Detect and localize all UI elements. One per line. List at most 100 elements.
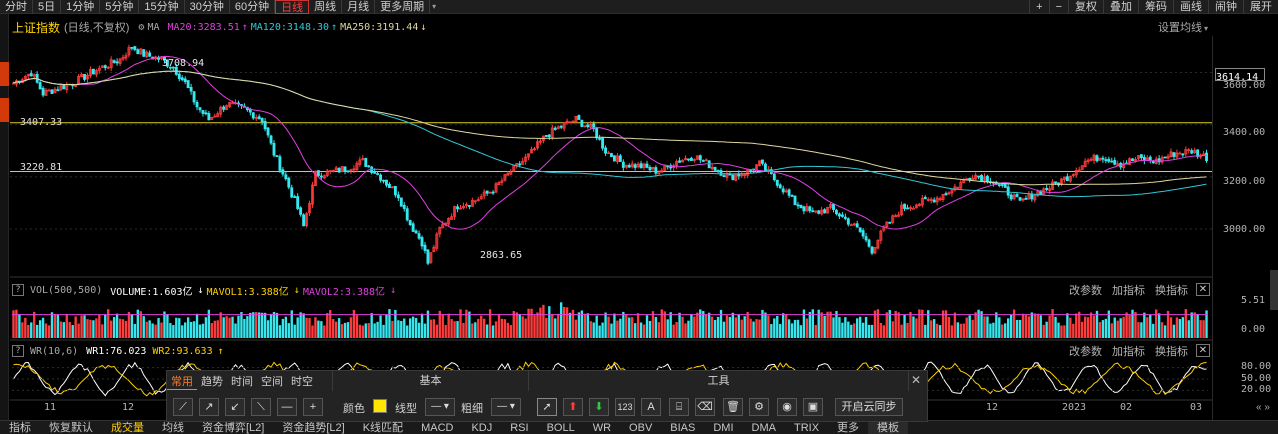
indicator-tab[interactable]: KDJ <box>462 421 501 434</box>
indicator-tab[interactable]: 恢复默认 <box>40 421 102 434</box>
volume-bar <box>497 313 501 338</box>
volume-bar <box>551 313 554 338</box>
volume-bar <box>358 324 362 338</box>
candle-body <box>713 167 717 171</box>
eraser-icon[interactable]: ⌫ <box>695 398 715 416</box>
indicator-tab[interactable]: DMI <box>704 421 742 434</box>
volume-bar <box>980 311 983 338</box>
line-segment-icon[interactable]: ⟋ <box>173 398 193 416</box>
thickness-select[interactable]: — ▾ <box>491 398 521 416</box>
candle-body <box>337 168 341 173</box>
cloud-sync-button[interactable]: 开启云同步 <box>835 398 903 416</box>
indicator-tab[interactable]: 指标 <box>0 421 40 434</box>
candle-body <box>687 158 690 161</box>
add-indicator-button[interactable]: 加指标 <box>1112 343 1145 359</box>
indicator-tab[interactable]: K线匹配 <box>354 421 412 434</box>
down-arrow-mark-icon[interactable]: ⬇ <box>589 398 609 416</box>
volume-bar <box>287 323 290 338</box>
gear-icon[interactable]: ⚙ <box>138 22 144 33</box>
indicator-tab[interactable]: 更多 <box>828 421 868 434</box>
volume-bar <box>773 318 776 338</box>
crosshair-icon[interactable]: + <box>303 398 323 416</box>
line-type-select[interactable]: — ▾ <box>425 398 455 416</box>
volume-bar <box>222 317 225 338</box>
volume-bar <box>681 316 684 338</box>
switch-indicator-button[interactable]: 换指标 <box>1155 343 1188 359</box>
ruler-icon[interactable]: ⌸ <box>669 398 689 416</box>
volume-bar <box>1083 316 1087 338</box>
volume-bar <box>373 323 376 338</box>
wr-tick: 80.00 <box>1241 361 1272 372</box>
indicator-tab[interactable]: 成交量 <box>102 421 153 434</box>
volume-bar <box>974 312 977 338</box>
close-icon[interactable]: ✕ <box>1196 344 1210 357</box>
close-icon[interactable]: ✕ <box>911 373 921 387</box>
axis-scroll[interactable]: « » <box>1256 402 1278 416</box>
volume-bar <box>879 322 883 338</box>
volume-bar <box>160 322 163 338</box>
volume-bar <box>669 312 672 338</box>
volume-bar <box>346 322 350 338</box>
eye-icon[interactable]: ◉ <box>777 398 797 416</box>
color-swatch[interactable] <box>373 399 387 413</box>
close-icon[interactable]: ✕ <box>1196 283 1210 296</box>
indicator-tab[interactable]: OBV <box>620 421 661 434</box>
text-icon[interactable]: A <box>641 398 661 416</box>
volume-bar <box>965 317 968 338</box>
help-icon[interactable]: ? <box>12 284 24 296</box>
indicator-tab[interactable]: 资金博弈[L2] <box>193 421 273 434</box>
indicator-tab[interactable]: WR <box>584 421 620 434</box>
volume-bar <box>391 320 394 338</box>
candle-body <box>195 101 199 108</box>
add-indicator-button[interactable]: 加指标 <box>1112 282 1145 298</box>
indicator-tab[interactable]: TRIX <box>785 421 828 434</box>
volume-bar <box>675 322 678 338</box>
change-params-button[interactable]: 改参数 <box>1069 343 1102 359</box>
number-label-icon[interactable]: 123 <box>615 398 635 416</box>
indicator-tab[interactable]: BOLL <box>538 421 584 434</box>
drawing-tab[interactable]: 时空 <box>287 373 317 389</box>
indicator-tab[interactable]: 资金趋势[L2] <box>273 421 353 434</box>
scroll-handle[interactable] <box>1270 270 1278 310</box>
indicator-tab[interactable]: 模板 <box>868 421 909 434</box>
candle-body <box>251 112 255 119</box>
indicator-tab[interactable]: DMA <box>743 421 785 434</box>
index-name[interactable]: 上证指数 <box>12 19 60 36</box>
drawing-tab[interactable]: 趋势 <box>197 373 227 389</box>
candle-body <box>775 179 779 186</box>
switch-indicator-button[interactable]: 换指标 <box>1155 282 1188 298</box>
horizontal-line-icon[interactable]: — <box>277 398 297 416</box>
indicator-tab[interactable]: 均线 <box>153 421 193 434</box>
volume-bar <box>847 321 850 338</box>
candle-body <box>1101 157 1105 160</box>
date-tick: 12 <box>986 402 999 413</box>
volume-bar <box>684 323 687 338</box>
diagonal-line-icon[interactable]: ⟍ <box>251 398 271 416</box>
ray-icon[interactable]: ↗ <box>199 398 219 416</box>
candle-body <box>932 199 936 203</box>
drawing-tab[interactable]: 空间 <box>257 373 287 389</box>
indicator-tab[interactable]: RSI <box>501 421 537 434</box>
volume-bar <box>435 324 439 338</box>
volume-bar <box>83 315 86 338</box>
drawing-tab[interactable]: 常用 <box>167 373 197 390</box>
indicator-tab[interactable]: BIAS <box>661 421 704 434</box>
up-arrow-mark-icon[interactable]: ⬆ <box>563 398 583 416</box>
scroll-left-icon[interactable]: « <box>1256 402 1262 413</box>
indicator-tab[interactable]: MACD <box>412 421 462 434</box>
drawing-tab[interactable]: 时间 <box>227 373 257 389</box>
volume-bar <box>56 314 60 338</box>
volume-bar <box>755 319 758 338</box>
candle-body <box>944 193 948 196</box>
help-icon[interactable]: ? <box>12 345 24 357</box>
cursor-icon[interactable]: ➚ <box>537 398 557 416</box>
set-ma-button[interactable]: 设置均线 ▾ <box>1158 19 1208 35</box>
arrow-line-icon[interactable]: ↙ <box>225 398 245 416</box>
change-params-button[interactable]: 改参数 <box>1069 282 1102 298</box>
volume-bar <box>956 322 960 338</box>
candle-body <box>843 216 847 219</box>
lock-icon[interactable]: ▣ <box>803 398 823 416</box>
scroll-right-icon[interactable]: » <box>1264 402 1270 413</box>
settings-icon[interactable]: ⚙ <box>749 398 769 416</box>
trash-icon[interactable]: 🗑 <box>723 398 743 416</box>
